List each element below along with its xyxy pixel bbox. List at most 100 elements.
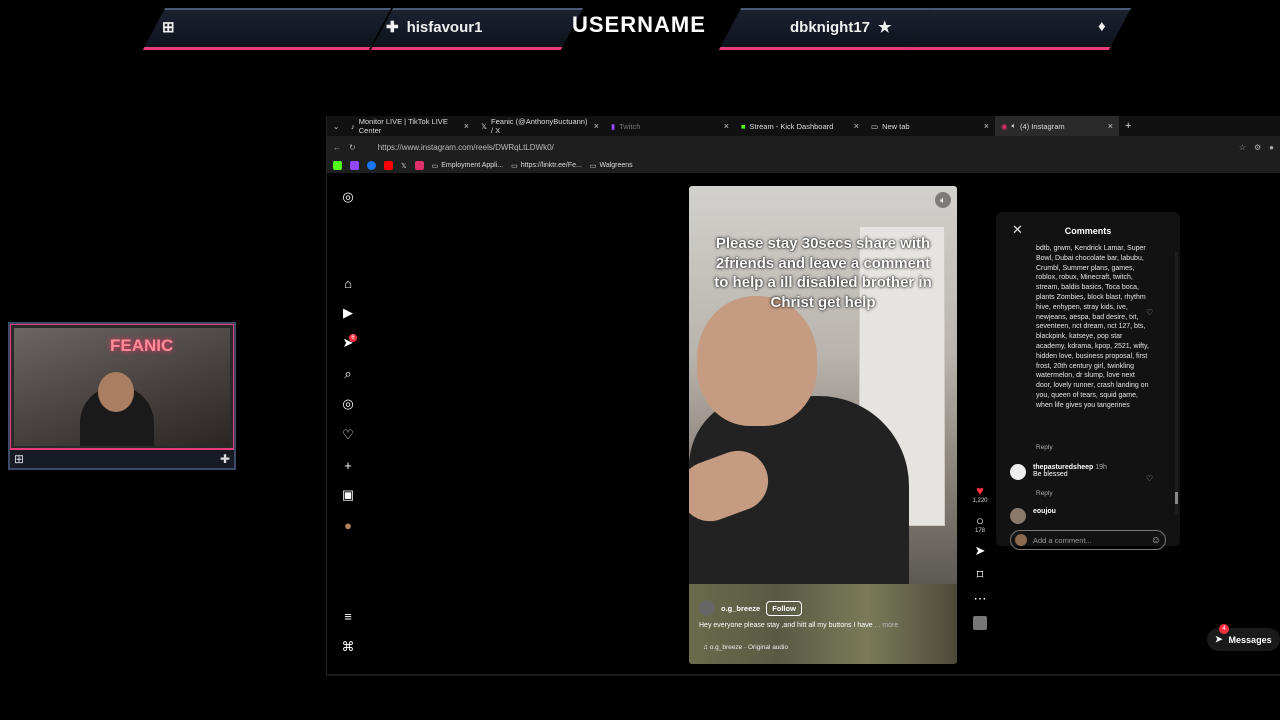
tab-new[interactable]: ▭ New tab ×	[865, 116, 995, 136]
reply-link[interactable]: Reply	[1036, 444, 1053, 451]
dashboard-icon[interactable]: ▣	[341, 487, 355, 502]
save-button[interactable]: ⌑	[967, 568, 993, 582]
overlay-right-user: dbknight17 ★	[790, 18, 892, 37]
audio-thumbnail[interactable]	[967, 616, 993, 630]
search-icon[interactable]: ⌕	[341, 366, 355, 381]
more-link[interactable]: ... more	[875, 622, 899, 629]
close-icon[interactable]: ×	[984, 121, 989, 131]
kick-logo-icon: ⊞	[162, 19, 175, 36]
stream-overlay-bar: ⊞ ✚ hisfavour1 USERNAME dbknight17 ★ ♦	[140, 4, 1132, 54]
bookmark-icon: ⌑	[976, 567, 984, 582]
comment-icon: ○	[976, 513, 984, 528]
reel-video[interactable]: 🔈︎ Please stay 30secs share with 2friend…	[689, 186, 957, 664]
tab-kick[interactable]: ■ Stream - Kick Dashboard ×	[735, 116, 865, 136]
page-icon: ▭	[871, 121, 879, 131]
close-icon[interactable]: ×	[724, 121, 729, 131]
bookmark-kick[interactable]	[333, 161, 342, 170]
url-field[interactable]: https://www.instagram.com/reels/DWRqLtLD…	[363, 139, 1231, 155]
extensions-icon[interactable]: ⚙	[1254, 143, 1261, 152]
meta-icon[interactable]: ⌘	[341, 639, 355, 654]
bookmark-instagram[interactable]	[414, 161, 424, 170]
comments-panel: ✕ Comments bdtb, grwm, Kendrick Lamar, S…	[996, 212, 1180, 550]
explore-icon[interactable]: ◎	[341, 396, 355, 411]
comments-scrollbar[interactable]	[1175, 252, 1178, 514]
reel-description: Hey everyone please stay ,and hitt all m…	[699, 622, 899, 629]
tiktok-icon: ♪	[351, 121, 355, 131]
comment-like-icon[interactable]: ♡	[1146, 308, 1153, 317]
comment-button[interactable]: ○ 178	[967, 513, 993, 535]
more-icon: ⋯	[973, 591, 987, 606]
folder-icon: ▭	[589, 162, 597, 170]
like-button[interactable]: ♥ 1,220	[967, 484, 993, 505]
tab-list-button[interactable]: ⌄	[327, 116, 345, 136]
x-icon: 𝕏	[481, 121, 488, 131]
avatar[interactable]: ●	[341, 518, 355, 533]
person-head	[697, 296, 817, 426]
flame-icon: ♦	[1098, 18, 1106, 35]
follow-button[interactable]: Follow	[766, 600, 802, 616]
new-tab-button[interactable]: +	[1119, 116, 1143, 136]
avatar[interactable]	[1010, 508, 1026, 524]
tab-instagram[interactable]: ◉ 🔈︎ (4) Instagram ×	[995, 116, 1119, 136]
comment-input[interactable]: Add a comment... ☺	[1010, 530, 1166, 550]
send-icon: ➤	[974, 543, 986, 558]
comment-like-icon[interactable]: ♡	[1146, 474, 1153, 483]
create-icon[interactable]: +	[341, 458, 355, 473]
bookmark-facebook[interactable]	[367, 161, 376, 170]
profile-icon[interactable]: ●	[1269, 143, 1274, 152]
instagram-page: ◎ ⌂ ▶ ➤ 6 ⌕ ◎ ♡ + ▣ ● ≡ ⌘ 🔈︎ Please stay…	[327, 176, 1280, 674]
reel-actions: ♥ 1,220 ○ 178 ➤ ⌑ ⋯	[967, 484, 993, 640]
reels-icon[interactable]: ▶	[341, 305, 355, 320]
heart-icon[interactable]: ♡	[341, 427, 355, 442]
share-button[interactable]: ➤	[967, 544, 993, 558]
bookmark-walgreens[interactable]: ▭ Walgreens	[590, 162, 633, 170]
reel-caption: Please stay 30secs share with 2friends a…	[714, 235, 932, 311]
close-icon[interactable]: ×	[854, 121, 859, 131]
bookmark-twitch[interactable]	[350, 161, 359, 170]
instagram-logo-icon[interactable]: ◎	[341, 189, 355, 204]
star-icon: ★	[878, 19, 892, 36]
webcam-bar: ⊞ ✚	[10, 448, 234, 468]
music-icon: ♫	[703, 644, 710, 651]
back-icon[interactable]: ←	[333, 143, 341, 152]
close-icon[interactable]: ×	[594, 121, 599, 131]
tab-twitch[interactable]: ▮ Twitch ×	[605, 116, 735, 136]
stream-canvas: ⊞ ✚ hisfavour1 USERNAME dbknight17 ★ ♦ F…	[0, 0, 1280, 720]
messages-button[interactable]: ➤ Messages	[1207, 628, 1280, 651]
overlay-title: USERNAME	[572, 12, 706, 37]
webcam-frame: FEANIC ⊞ ✚	[8, 322, 236, 470]
emoji-icon[interactable]: ☺	[1151, 535, 1161, 546]
close-icon[interactable]: ×	[1108, 121, 1113, 131]
reel-audio[interactable]: ♫ o.g_breeze · Original audio	[703, 644, 788, 651]
reel-author: o.g_breeze Follow	[699, 600, 802, 616]
mute-icon[interactable]: 🔈︎	[935, 192, 951, 208]
reload-icon[interactable]: ↻	[349, 143, 356, 152]
tab-bar: ⌄ ♪ Monitor LIVE | TikTok LIVE Center × …	[327, 116, 1280, 136]
home-icon[interactable]: ⌂	[341, 276, 355, 291]
bookmark-employment[interactable]: ▭ Employment Appli...	[432, 162, 504, 170]
avatar[interactable]	[699, 600, 715, 616]
comments-title: Comments	[1064, 226, 1112, 236]
menu-icon[interactable]: ≡	[341, 609, 355, 624]
bookmark-youtube[interactable]	[384, 161, 393, 170]
overlay-left-user: ✚ hisfavour1	[386, 18, 483, 37]
twitch-icon: ▮	[611, 121, 616, 131]
streamer-head	[98, 372, 134, 412]
comment-text: bdtb, grwm, Kendrick Lamar, Super Bowl, …	[1036, 245, 1149, 409]
webcam-feed: FEANIC	[14, 328, 230, 446]
comment-item: eoujou	[1010, 508, 1056, 524]
tab-tiktok[interactable]: ♪ Monitor LIVE | TikTok LIVE Center ×	[345, 116, 475, 136]
send-icon: ➤	[1215, 634, 1223, 644]
close-icon[interactable]: ×	[464, 121, 469, 131]
bookmark-star-icon[interactable]: ☆	[1239, 143, 1246, 152]
bookmark-x[interactable]: 𝕏	[401, 162, 407, 170]
tab-x[interactable]: 𝕏 Feanic (@AnthonyBuctuann) / X ×	[475, 116, 605, 136]
avatar	[1015, 534, 1027, 546]
bookmark-linktree[interactable]: ▭ https://linktr.ee/Fe...	[511, 162, 582, 170]
avatar[interactable]	[1010, 464, 1026, 480]
neon-sign: FEANIC	[110, 336, 174, 355]
browser-window: ⌄ ♪ Monitor LIVE | TikTok LIVE Center × …	[326, 116, 1280, 674]
folder-icon: ▭	[431, 162, 439, 170]
reply-link[interactable]: Reply	[1036, 490, 1053, 497]
more-options-button[interactable]: ⋯	[967, 592, 993, 606]
